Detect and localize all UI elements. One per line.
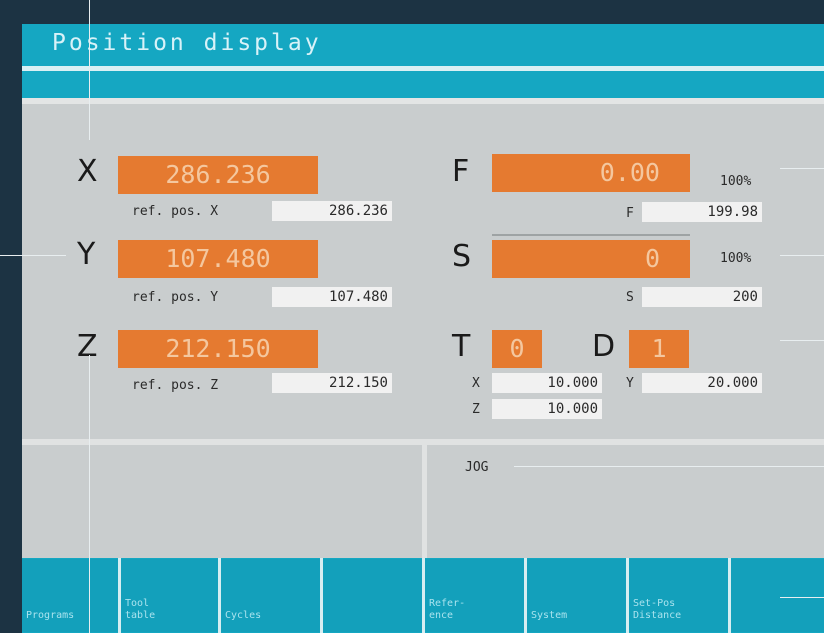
tool-y-value: 20.000: [642, 373, 762, 393]
spindle-letter: S: [452, 239, 472, 274]
page-title: Position display: [52, 30, 322, 56]
feed-sub-value: 199.98: [642, 202, 762, 222]
title-bar: Position display: [22, 24, 824, 66]
axis-z-letter: Z: [77, 329, 98, 364]
softkey-set-pos-distance[interactable]: Set-Pos Distance: [629, 559, 728, 632]
feed-value: 0.00: [492, 154, 690, 192]
axis-x-ref-value: 286.236: [272, 201, 392, 221]
spindle-sub-label: S: [626, 290, 634, 305]
axis-y-value: 107.480: [118, 240, 318, 278]
softkey-tool-table[interactable]: Tool table: [121, 559, 218, 632]
callout-line-feed: [780, 168, 824, 169]
softkey-label: Tool table: [125, 598, 156, 621]
spindle-sub-value: 200: [642, 287, 762, 307]
spindle-bar-line: [492, 234, 690, 236]
callout-line-spindle: [780, 255, 824, 256]
callout-line-top: [89, 0, 90, 140]
softkey-programs[interactable]: Programs: [22, 559, 118, 632]
tool-x-label: X: [472, 376, 480, 391]
tool-d-letter: D: [592, 329, 616, 364]
softkey-empty-4[interactable]: [323, 559, 422, 632]
callout-line-mode: [514, 466, 824, 467]
tool-z-value: 10.000: [492, 399, 602, 419]
status-split: [422, 445, 427, 558]
tool-d-value: 1: [629, 330, 689, 368]
tool-x-value: 10.000: [492, 373, 602, 393]
axis-x-ref-label: ref. pos. X: [132, 204, 219, 219]
softkey-label: Programs: [26, 610, 75, 621]
axis-y-ref-label: ref. pos. Y: [132, 290, 219, 305]
callout-line-left: [0, 255, 66, 256]
axis-z-value: 212.150: [118, 330, 318, 368]
softkey-cycles[interactable]: Cycles: [221, 559, 320, 632]
callout-line-softkeys: [780, 597, 824, 598]
header-strip: [22, 71, 824, 98]
softkey-reference[interactable]: Refer- ence: [425, 559, 524, 632]
callout-line-bottom: [89, 355, 90, 633]
tool-y-label: Y: [626, 376, 634, 391]
feed-override: 100%: [720, 174, 752, 189]
tool-t-letter: T: [452, 329, 471, 364]
position-display-screen: Position display X 286.236 ref. pos. X 2…: [22, 24, 824, 633]
tool-z-label: Z: [472, 402, 480, 417]
tool-t-value: 0: [492, 330, 542, 368]
axis-y-ref-value: 107.480: [272, 287, 392, 307]
header-gray-strip: [22, 98, 824, 104]
spindle-override: 100%: [720, 251, 752, 266]
axis-z-ref-label: ref. pos. Z: [132, 378, 219, 393]
feed-sub-label: F: [626, 206, 634, 221]
axis-x-letter: X: [77, 154, 98, 189]
axis-z-ref-value: 212.150: [272, 373, 392, 393]
softkey-system[interactable]: System: [527, 559, 626, 632]
softkey-label: Cycles: [225, 610, 262, 621]
softkey-label: Set-Pos Distance: [633, 598, 682, 621]
spindle-value: 0: [492, 240, 690, 278]
softkey-label: Refer- ence: [429, 598, 466, 621]
feed-letter: F: [452, 154, 470, 189]
mode-indicator: JOG: [465, 460, 489, 475]
axis-y-letter: Y: [77, 237, 96, 272]
axis-x-value: 286.236: [118, 156, 318, 194]
softkey-label: System: [531, 610, 568, 621]
softkey-empty-8[interactable]: [731, 559, 824, 632]
callout-line-tool: [780, 340, 824, 341]
